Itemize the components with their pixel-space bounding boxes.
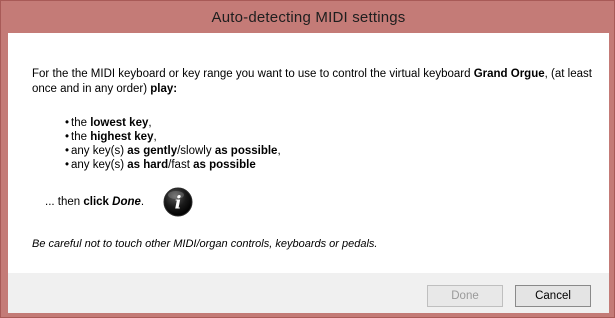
done-button[interactable]: Done xyxy=(427,285,503,307)
then-click-done-text: ... then click Done. xyxy=(45,196,144,208)
bullet-text: the xyxy=(71,131,91,143)
bullet-text: the xyxy=(71,117,91,129)
instructions-paragraph: For the the MIDI keyboard or key range y… xyxy=(32,67,592,97)
bullet-text: any key(s) xyxy=(71,159,128,171)
info-icon: i xyxy=(163,187,193,217)
bullet-bold-text: highest key xyxy=(90,131,154,143)
intro-organ-name: Grand Orgue xyxy=(473,68,545,80)
then-text: ... then xyxy=(45,196,84,208)
then-bold-text: click xyxy=(83,196,113,208)
info-glyph: i xyxy=(175,193,182,214)
bullet-text: /fast xyxy=(168,159,194,171)
list-item: • any key(s) as gently/slowly as possible… xyxy=(65,144,281,158)
bullet-bold-text: as hard xyxy=(127,159,169,171)
bullet-text: , xyxy=(153,131,157,143)
list-item: • the lowest key, xyxy=(65,116,281,130)
bullet-bold-text: as possible xyxy=(214,145,278,157)
cancel-button[interactable]: Cancel xyxy=(515,285,591,307)
content-panel: For the the MIDI keyboard or key range y… xyxy=(8,33,609,273)
list-item: • any key(s) as hard/fast as possible xyxy=(65,158,281,172)
bullet-text: any key(s) xyxy=(71,145,128,157)
warning-text: Be careful not to touch other MIDI/organ… xyxy=(32,238,378,250)
bullet-text: , xyxy=(277,145,281,157)
bullet-text: , xyxy=(148,117,152,129)
bullet-bold-text: lowest key xyxy=(90,117,149,129)
dialog-client-area: For the the MIDI keyboard or key range y… xyxy=(8,33,609,313)
dialog-window: Auto-detecting MIDI settings For the the… xyxy=(0,0,615,318)
title-bar[interactable]: Auto-detecting MIDI settings xyxy=(1,1,615,33)
then-done-word: Done xyxy=(112,196,141,208)
window-title: Auto-detecting MIDI settings xyxy=(211,8,406,26)
key-bullet-list: • the lowest key, • the highest key, • any … xyxy=(65,116,281,172)
then-period: . xyxy=(140,196,145,208)
bullet-bold-text: as gently xyxy=(127,145,178,157)
bullet-text: /slowly xyxy=(177,145,215,157)
bullet-bold-text: as possible xyxy=(193,159,256,171)
list-item: • the highest key, xyxy=(65,130,281,144)
intro-text-1: For the the MIDI keyboard or key range y… xyxy=(32,68,474,80)
intro-play: play: xyxy=(150,83,178,95)
